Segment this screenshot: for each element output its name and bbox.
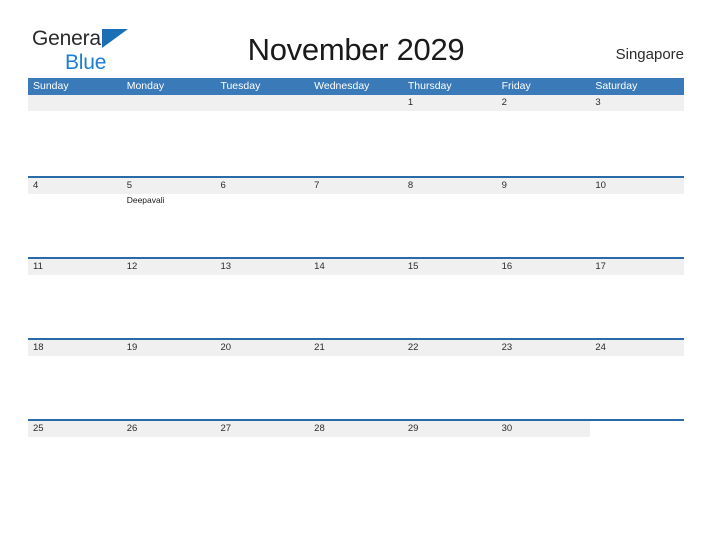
calendar-day-events[interactable] bbox=[590, 111, 685, 174]
day-of-week-monday: Monday bbox=[126, 80, 165, 92]
calendar-day-cell[interactable]: 13 bbox=[215, 259, 310, 275]
calendar-day-cell[interactable]: 12 bbox=[121, 259, 216, 275]
calendar-day-events[interactable] bbox=[590, 194, 685, 257]
week-body-strip: Deepavali bbox=[28, 194, 685, 257]
calendar-day-cell[interactable]: 18 bbox=[28, 340, 122, 356]
calendar-day-cell[interactable]: 5 bbox=[121, 178, 216, 194]
week-body-strip bbox=[28, 356, 685, 419]
calendar-week-row: 18 19 20 21 22 23 24 bbox=[28, 338, 685, 419]
calendar-week-row: 25 26 27 28 29 30 bbox=[28, 419, 685, 500]
calendar-day-cell[interactable]: 6 bbox=[215, 178, 310, 194]
calendar-day-cell[interactable]: 30 bbox=[496, 421, 591, 437]
calendar-day-events[interactable] bbox=[402, 194, 497, 257]
calendar-day-cell[interactable]: 28 bbox=[309, 421, 403, 437]
calendar-day-events[interactable] bbox=[309, 356, 403, 419]
calendar-day-cell[interactable]: 22 bbox=[402, 340, 497, 356]
calendar-week-row: 123 bbox=[28, 95, 685, 176]
calendar-day-events[interactable] bbox=[590, 356, 685, 419]
calendar-day-events[interactable] bbox=[215, 437, 310, 500]
calendar-day-events bbox=[28, 111, 122, 174]
week-date-strip: 4 5 6 7 8 9 10 bbox=[28, 176, 685, 194]
calendar-day-events[interactable] bbox=[309, 194, 403, 257]
calendar-day-cell[interactable]: 11 bbox=[28, 259, 122, 275]
calendar-day-cell[interactable]: 8 bbox=[402, 178, 497, 194]
calendar-day-empty bbox=[590, 421, 685, 437]
calendar-day-cell[interactable]: 9 bbox=[496, 178, 591, 194]
calendar-day-cell[interactable]: 27 bbox=[215, 421, 310, 437]
calendar-day-events[interactable] bbox=[215, 356, 310, 419]
calendar-day-cell[interactable]: 14 bbox=[309, 259, 403, 275]
calendar-week-row: 11 12 13 14 15 16 17 bbox=[28, 257, 685, 338]
calendar-day-events[interactable] bbox=[402, 437, 497, 500]
location-label: Singapore bbox=[615, 46, 684, 63]
page-title: November 2029 bbox=[247, 32, 465, 67]
calendar-day-events[interactable] bbox=[402, 111, 497, 174]
calendar-day-events[interactable] bbox=[121, 356, 216, 419]
calendar-day-events[interactable] bbox=[496, 111, 591, 174]
calendar-day-cell[interactable]: 1 bbox=[402, 95, 497, 111]
calendar-day-events[interactable] bbox=[215, 275, 310, 338]
calendar-day-cell[interactable]: 4 bbox=[28, 178, 122, 194]
day-of-week-header: Sunday Monday Tuesday Wednesday Thursday Frid… bbox=[28, 78, 684, 95]
calendar-day-empty bbox=[28, 95, 122, 111]
calendar-day-cell[interactable]: 19 bbox=[121, 340, 216, 356]
week-date-strip: 18 19 20 21 22 23 24 bbox=[28, 338, 685, 356]
week-date-strip: 11 12 13 14 15 16 17 bbox=[28, 257, 685, 275]
calendar-day-cell[interactable]: 17 bbox=[590, 259, 685, 275]
calendar-day-events[interactable] bbox=[402, 275, 497, 338]
calendar-day-cell[interactable]: 26 bbox=[121, 421, 216, 437]
week-body-strip bbox=[28, 437, 685, 500]
calendar-day-events[interactable] bbox=[496, 437, 591, 500]
day-of-week-thursday: Thursday bbox=[407, 80, 452, 92]
calendar-day-events[interactable] bbox=[309, 437, 403, 500]
calendar-day-cell[interactable]: 10 bbox=[590, 178, 685, 194]
calendar-day-cell[interactable]: 20 bbox=[215, 340, 310, 356]
calendar-day-events[interactable] bbox=[28, 356, 122, 419]
calendar-day-events[interactable]: Deepavali bbox=[121, 194, 216, 257]
calendar-day-cell[interactable]: 21 bbox=[309, 340, 403, 356]
calendar-day-events[interactable] bbox=[28, 437, 122, 500]
calendar-day-events[interactable] bbox=[28, 275, 122, 338]
calendar-day-events[interactable] bbox=[496, 356, 591, 419]
calendar-day-events bbox=[215, 111, 310, 174]
day-of-week-sunday: Sunday bbox=[33, 80, 69, 92]
calendar-day-events[interactable] bbox=[28, 194, 122, 257]
calendar-day-cell[interactable]: 15 bbox=[402, 259, 497, 275]
calendar-day-cell[interactable]: 2 bbox=[496, 95, 591, 111]
calendar-week-row: 4 5 6 7 8 9 10 Deepavali bbox=[28, 176, 685, 257]
calendar-day-events[interactable] bbox=[121, 275, 216, 338]
week-body-strip bbox=[28, 275, 685, 338]
calendar-day-events[interactable] bbox=[496, 275, 591, 338]
calendar-day-empty bbox=[121, 95, 216, 111]
day-of-week-wednesday: Wednesday bbox=[314, 80, 370, 92]
calendar-day-cell[interactable]: 24 bbox=[590, 340, 685, 356]
calendar-day-events[interactable] bbox=[496, 194, 591, 257]
calendar-day-events[interactable] bbox=[121, 437, 216, 500]
calendar-weeks: 1 2 3 4 5 6 7 8 9 10 Deepavali 11 12 13 14 15 16 17 18 19 20… bbox=[28, 95, 685, 500]
day-of-week-friday: Friday bbox=[501, 80, 531, 92]
calendar-day-cell[interactable]: 7 bbox=[309, 178, 403, 194]
calendar-day-cell[interactable]: 23 bbox=[496, 340, 591, 356]
calendar-day-events[interactable] bbox=[590, 275, 685, 338]
calendar-day-empty bbox=[215, 95, 310, 111]
calendar-day-cell[interactable]: 16 bbox=[496, 259, 591, 275]
calendar-day-cell[interactable]: 25 bbox=[28, 421, 122, 437]
calendar-day-empty bbox=[309, 95, 403, 111]
week-date-strip: 25 26 27 28 29 30 bbox=[28, 419, 685, 437]
week-date-strip: 123 bbox=[28, 95, 685, 111]
calendar-day-events bbox=[590, 437, 685, 500]
calendar-day-cell[interactable]: 29 bbox=[402, 421, 497, 437]
calendar-grid: Sunday Monday Tuesday Wednesday Thursday Frid… bbox=[28, 78, 685, 500]
day-of-week-saturday: Saturday bbox=[595, 80, 638, 92]
calendar-day-events[interactable] bbox=[309, 275, 403, 338]
calendar-day-cell[interactable]: 3 bbox=[590, 95, 685, 111]
page-header: General Blue November 2029 Singapore bbox=[0, 0, 712, 73]
calendar-day-events[interactable] bbox=[215, 194, 310, 257]
week-body-strip bbox=[28, 111, 685, 174]
calendar-event: Deepavali bbox=[126, 195, 165, 205]
calendar-day-events bbox=[309, 111, 403, 174]
day-of-week-tuesday: Tuesday bbox=[220, 80, 261, 92]
calendar-day-events bbox=[121, 111, 216, 174]
calendar-day-events[interactable] bbox=[402, 356, 497, 419]
